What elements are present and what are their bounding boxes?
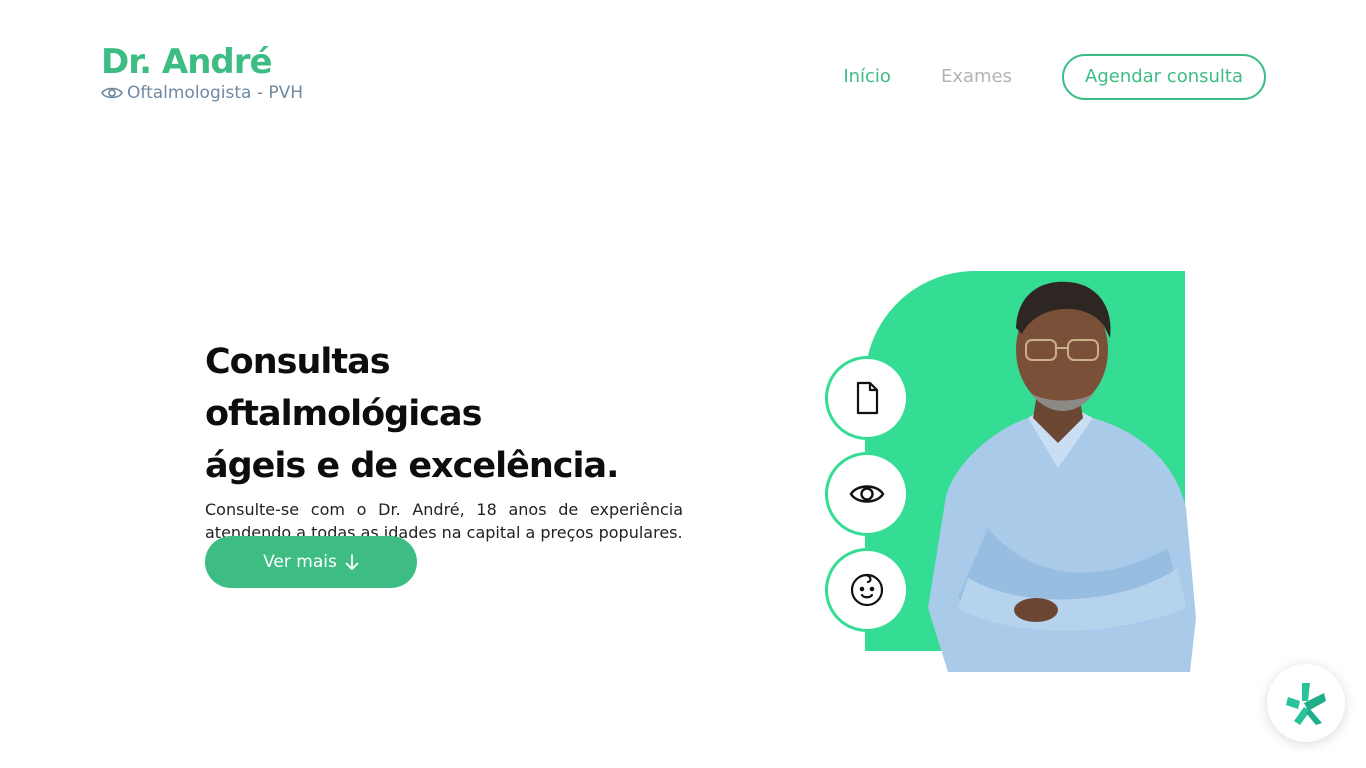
- doctor-portrait: [928, 281, 1196, 672]
- baby-feature: [825, 548, 909, 632]
- nav-exames[interactable]: Exames: [941, 54, 1012, 100]
- eye-feature: [825, 452, 909, 536]
- eye-icon: [101, 87, 123, 99]
- hero-title-line2: ágeis e de excelência.: [205, 446, 619, 486]
- document-icon: [856, 381, 879, 415]
- main-nav: Início Exames Agendar consulta: [843, 54, 1266, 100]
- hero-title-line1: Consultas oftalmológicas: [205, 342, 482, 434]
- brand-name: Dr. André: [101, 42, 273, 82]
- see-more-button[interactable]: Ver mais: [205, 536, 417, 588]
- schedule-appointment-button[interactable]: Agendar consulta: [1062, 54, 1266, 100]
- see-more-label: Ver mais: [263, 552, 337, 572]
- eye-icon: [849, 485, 885, 503]
- baby-face-icon: [850, 573, 884, 607]
- document-feature: [825, 356, 909, 440]
- doctoralia-widget-button[interactable]: [1267, 664, 1345, 742]
- doctoralia-icon: [1286, 683, 1326, 725]
- nav-inicio[interactable]: Início: [843, 54, 891, 100]
- brand-subtitle: Oftalmologista - PVH: [101, 82, 303, 104]
- arrow-down-icon: [345, 554, 359, 570]
- hero-section: Consultas oftalmológicas ágeis e de exce…: [205, 336, 685, 588]
- brand[interactable]: Dr. André Oftalmologista - PVH: [101, 42, 303, 104]
- hero-title: Consultas oftalmológicas ágeis e de exce…: [205, 336, 665, 492]
- brand-subtitle-text: Oftalmologista - PVH: [127, 83, 304, 103]
